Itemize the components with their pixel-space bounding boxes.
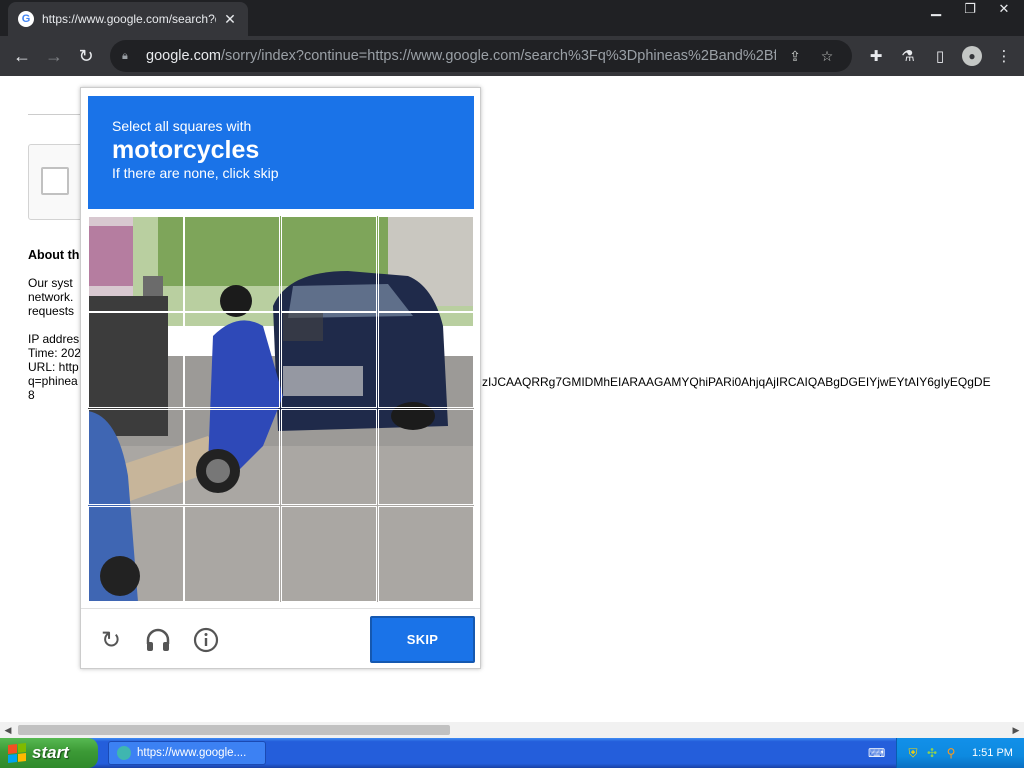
url-query-tail: zIJCAAQRRg7GMIDMhEIARAAGAMYQhiPARi0AhjqA… bbox=[482, 375, 991, 389]
restore-icon[interactable]: ❐ bbox=[958, 0, 982, 18]
extensions-puzzle-icon[interactable]: ✚ bbox=[860, 40, 892, 72]
scroll-right-arrow-icon[interactable]: ▶ bbox=[1008, 722, 1024, 738]
share-icon[interactable]: ⇪ bbox=[782, 48, 808, 65]
about-text-line: network. bbox=[28, 290, 74, 304]
profile-avatar-icon[interactable]: ● bbox=[956, 40, 988, 72]
url-text[interactable]: google.com/sorry/index?continue=https://… bbox=[146, 48, 776, 64]
url-query-line: q=phinea bbox=[28, 374, 78, 388]
grid-tile[interactable] bbox=[88, 506, 184, 602]
challenge-target: motorcycles bbox=[112, 136, 260, 164]
grid-tile[interactable] bbox=[281, 506, 377, 602]
search-magnifier-icon[interactable]: ⚲ bbox=[943, 745, 959, 761]
keyboard-icon[interactable]: ⌨ bbox=[868, 746, 885, 760]
tab-title: https://www.google.com/search?q= bbox=[42, 12, 216, 26]
shield-icon[interactable]: ⛨ bbox=[905, 745, 921, 761]
browser-tab[interactable]: G https://www.google.com/search?q= ✕ bbox=[8, 2, 248, 36]
lock-icon[interactable]: 🔒︎ bbox=[122, 50, 136, 63]
window-controls: ▁ ❐ ✕ bbox=[914, 0, 1016, 18]
grid-tile[interactable] bbox=[184, 506, 280, 602]
taskbar-browser-item[interactable]: https://www.google.... bbox=[108, 741, 266, 765]
reload-icon[interactable]: ↻ bbox=[70, 40, 102, 72]
grid-tile[interactable] bbox=[184, 216, 280, 312]
clock: 1:51 PM bbox=[972, 747, 1013, 759]
address-bar[interactable]: 🔒︎ google.com/sorry/index?continue=https… bbox=[110, 40, 852, 72]
grid-tile[interactable] bbox=[281, 409, 377, 505]
menu-kebab-icon[interactable]: ⋮ bbox=[988, 40, 1020, 72]
horizontal-scrollbar[interactable]: ◀ ▶ bbox=[0, 722, 1024, 738]
challenge-footer: ↻ SKIP bbox=[81, 608, 480, 669]
reload-challenge-icon[interactable]: ↻ bbox=[96, 625, 126, 655]
browser-titlebar: G https://www.google.com/search?q= ✕ ▁ ❐… bbox=[0, 0, 1024, 36]
chrome-app-icon bbox=[117, 746, 131, 760]
grid-tile[interactable] bbox=[378, 216, 474, 312]
taskbar: start https://www.google.... ⌨ ⛨ ✣ ⚲ 1:5… bbox=[0, 738, 1024, 768]
url-line: URL: http bbox=[28, 360, 79, 374]
star-bookmark-icon[interactable]: ☆ bbox=[814, 48, 840, 65]
challenge-hint: If there are none, click skip bbox=[112, 165, 279, 181]
about-text-line: requests bbox=[28, 304, 75, 318]
google-favicon-icon: G bbox=[18, 11, 34, 27]
about-text-line: Our syst bbox=[28, 276, 73, 290]
forward-arrow-icon[interactable]: → bbox=[38, 40, 70, 72]
close-window-icon[interactable]: ✕ bbox=[992, 0, 1016, 18]
audio-headphones-icon[interactable] bbox=[143, 625, 173, 655]
challenge-image-grid bbox=[88, 216, 474, 602]
browser-toolbar: ← → ↻ 🔒︎ google.com/sorry/index?continue… bbox=[0, 36, 1024, 76]
divider bbox=[28, 114, 88, 115]
network-icon[interactable]: ✣ bbox=[924, 745, 940, 761]
grid-tile[interactable] bbox=[378, 506, 474, 602]
minimize-icon[interactable]: ▁ bbox=[924, 0, 948, 18]
lab-flask-icon[interactable]: ⚗ bbox=[892, 40, 924, 72]
recaptcha-challenge: Select all squares with motorcycles If t… bbox=[80, 87, 481, 669]
challenge-header: Select all squares with motorcycles If t… bbox=[88, 96, 474, 209]
grid-tile[interactable] bbox=[378, 312, 474, 408]
time-line: Time: 202 bbox=[28, 346, 81, 360]
back-arrow-icon[interactable]: ← bbox=[6, 40, 38, 72]
start-button[interactable]: start bbox=[0, 738, 98, 768]
grid-tile[interactable] bbox=[88, 312, 184, 408]
grid-tile[interactable] bbox=[281, 312, 377, 408]
scrollbar-thumb[interactable] bbox=[18, 725, 450, 735]
skip-button[interactable]: SKIP bbox=[370, 616, 475, 663]
grid-tile[interactable] bbox=[184, 312, 280, 408]
system-tray: ⛨ ✣ ⚲ 1:51 PM bbox=[896, 738, 1024, 768]
side-panel-icon[interactable]: ▯ bbox=[924, 40, 956, 72]
grid-tile[interactable] bbox=[184, 409, 280, 505]
url-wrap-line: 8 bbox=[28, 388, 35, 402]
recaptcha-checkbox[interactable] bbox=[41, 167, 69, 195]
ip-address-line: IP addres bbox=[28, 332, 80, 346]
grid-tile[interactable] bbox=[88, 216, 184, 312]
extension-area: ✚ ⚗ ▯ ● ⋮ bbox=[860, 40, 1020, 72]
challenge-instruction: Select all squares with bbox=[112, 118, 252, 134]
about-heading: About th bbox=[28, 248, 80, 262]
tab-close-icon[interactable]: ✕ bbox=[222, 11, 238, 27]
grid-tile[interactable] bbox=[378, 409, 474, 505]
recaptcha-anchor-box bbox=[28, 144, 88, 220]
grid-tile[interactable] bbox=[88, 409, 184, 505]
info-icon[interactable] bbox=[191, 625, 221, 655]
grid-tile[interactable] bbox=[281, 216, 377, 312]
windows-flag-icon bbox=[8, 743, 26, 763]
scroll-left-arrow-icon[interactable]: ◀ bbox=[0, 722, 16, 738]
